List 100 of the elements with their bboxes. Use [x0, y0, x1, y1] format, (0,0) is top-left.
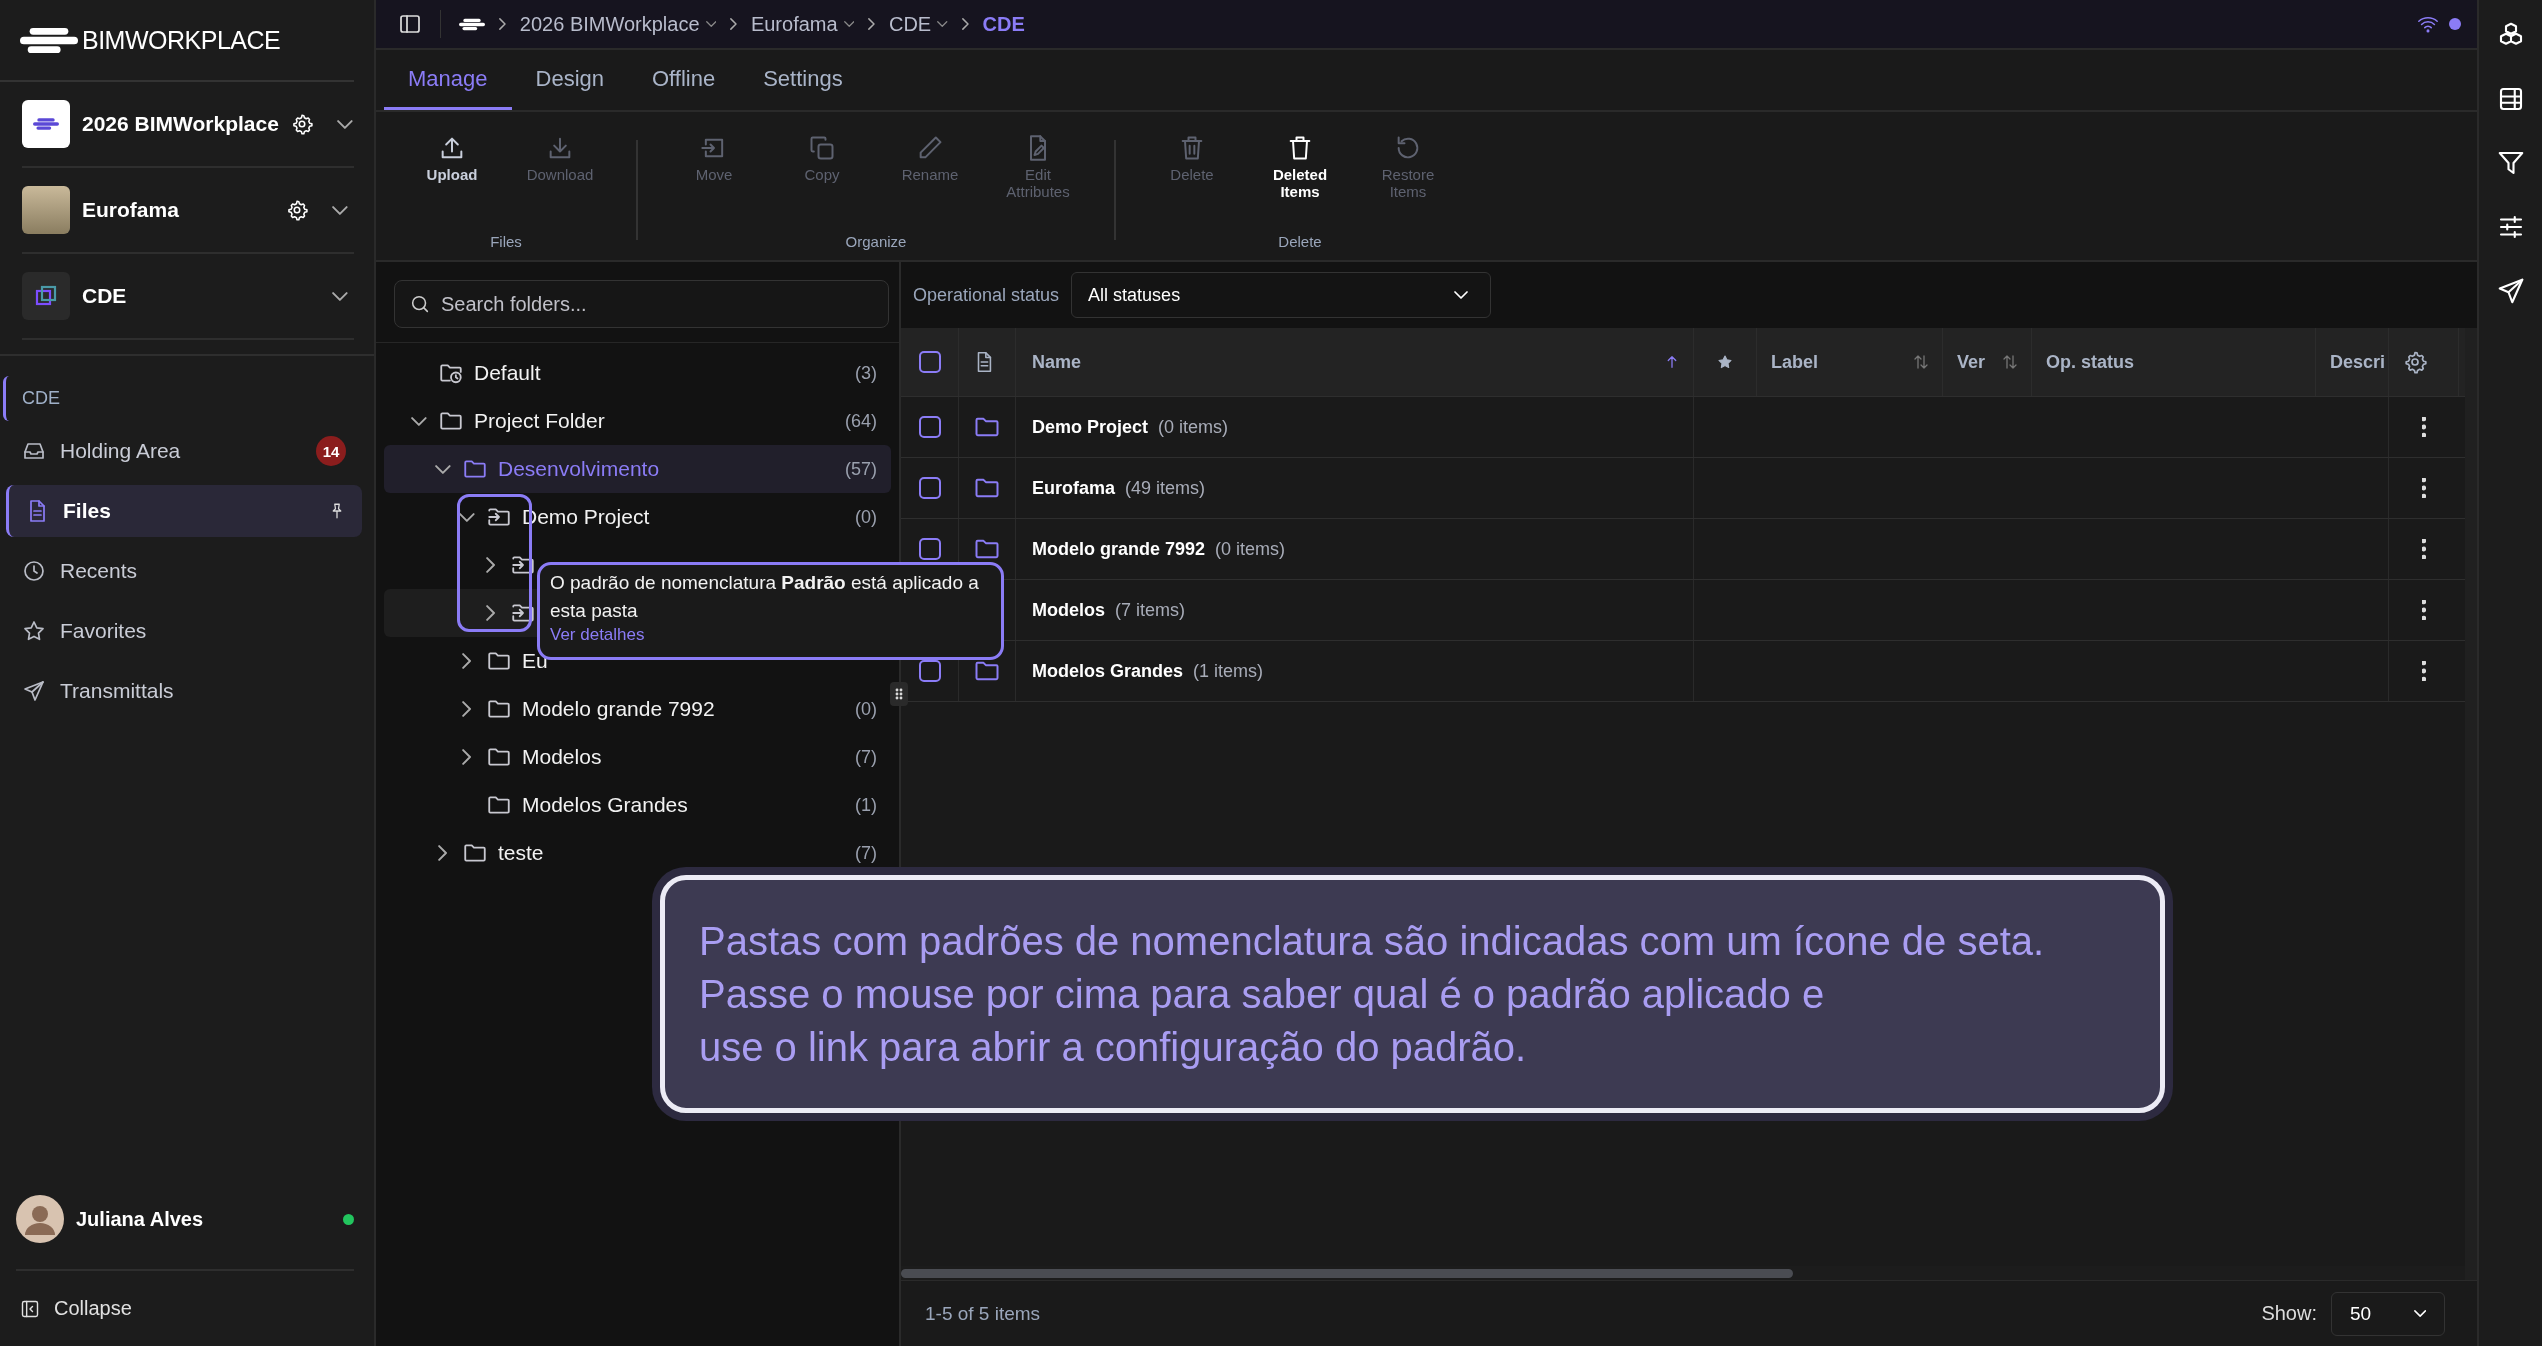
nav-item[interactable]: Holding Area 14 [6, 425, 362, 477]
more-icon [2422, 539, 2426, 559]
chevron-icon [1454, 291, 1469, 299]
settings-icon [290, 113, 313, 135]
page-size-select[interactable]: 50 [2331, 1291, 2445, 1336]
resize-handle[interactable] [890, 682, 908, 706]
item-count: (1) [855, 794, 877, 816]
tab[interactable]: Offline [628, 50, 740, 110]
chevron-icon [336, 119, 353, 129]
chevron-icon [961, 18, 969, 30]
chevron-icon [730, 18, 737, 30]
nav-item[interactable]: Recents [6, 545, 362, 597]
name-cell[interactable]: Eurofama (49 items) [1016, 458, 1694, 518]
sidebar-icon [398, 12, 422, 36]
tab[interactable]: Design [511, 50, 628, 110]
chevron-icon [499, 18, 506, 30]
item-count: (64) [845, 410, 877, 432]
count-badge: 14 [316, 436, 346, 466]
star-icon [22, 619, 46, 643]
collapse-button[interactable]: Collapse [0, 1271, 374, 1346]
tutorial-text: Pastas com padrões de nomenclatura são indicadas com um ícone de seta. Passe o mouse por cima para saber qual é o padrão aplicado e use o link para abrir a configuração do padrão. [699, 917, 2045, 1071]
settings-icon [2403, 350, 2427, 374]
item-range: 1-5 of 5 items [925, 1302, 1041, 1325]
name-cell[interactable]: Demo Project (0 items) [1016, 397, 1694, 457]
item-count: (3) [855, 362, 877, 384]
chevron-icon [705, 21, 717, 27]
group-label: Organize [845, 233, 907, 250]
chevron-icon [332, 205, 348, 215]
chevron-icon [462, 653, 472, 669]
brand-name: BIMWORKPLACE [82, 25, 281, 55]
breadcrumb-link[interactable]: Eurofama [750, 12, 838, 36]
column-header[interactable]: Label [1757, 328, 1943, 396]
chevron-icon [462, 701, 472, 717]
workspace-name[interactable]: Eurofama [82, 198, 275, 222]
workspace-name[interactable]: CDE [82, 284, 309, 308]
nav-item[interactable]: Favorites [6, 605, 362, 657]
folder-name[interactable]: Project Folder [474, 409, 839, 433]
checkbox[interactable] [918, 538, 941, 560]
chevron-icon [868, 18, 875, 30]
page-size-label: Show: [2261, 1302, 2317, 1325]
chevron-icon [435, 464, 451, 474]
toolbar-button[interactable]: Upload [400, 130, 504, 187]
folder-name[interactable]: Modelos [522, 745, 849, 769]
toolbar-button[interactable]: Deleted Items [1248, 130, 1352, 204]
chevron-icon [843, 21, 855, 27]
clock-icon [22, 559, 46, 583]
workspace-name[interactable]: 2026 BIMWorkplace [82, 112, 279, 136]
scrollbar-thumb[interactable] [901, 1268, 1793, 1278]
group-label: Files [490, 233, 522, 250]
chevron-icon [459, 512, 475, 522]
item-count: (57) [845, 458, 877, 480]
chevron-icon [486, 557, 496, 573]
squares-icon [34, 284, 58, 308]
breadcrumb-link[interactable]: 2026 BIMWorkplace [519, 12, 700, 36]
item-count: (0) [855, 506, 877, 528]
details-link[interactable]: Ver detalhes [550, 625, 991, 645]
chevron-icon [411, 416, 427, 426]
stripes-logo-icon [459, 17, 485, 31]
nav-item[interactable]: Transmittals [6, 665, 362, 717]
column-header[interactable]: Name [1016, 328, 1694, 396]
folder-name[interactable]: Modelo grande 7992 [522, 697, 849, 721]
search-icon [409, 293, 431, 315]
name-cell[interactable]: Modelo grande 7992 (0 items) [1016, 519, 1694, 579]
stripes-logo-icon [20, 25, 78, 55]
checkbox[interactable] [918, 416, 941, 438]
checkbox[interactable] [918, 351, 941, 373]
breadcrumb-link[interactable]: CDE [888, 12, 932, 36]
filter-label: Operational status [913, 284, 1060, 306]
breadcrumb-link[interactable]: CDE [982, 12, 1025, 36]
folder-name[interactable]: Default [474, 361, 849, 385]
chevron-icon [438, 845, 448, 861]
chevron-icon [937, 21, 948, 27]
column-header[interactable]: Ver [1943, 328, 2032, 396]
photo-placeholder [22, 186, 70, 234]
folder-name[interactable]: teste [498, 841, 849, 865]
search-input[interactable]: Search folders... [441, 284, 874, 324]
more-icon [2422, 478, 2426, 498]
sort-arrows-icon [1912, 353, 1930, 371]
name-cell[interactable]: Modelos (7 items) [1016, 580, 1694, 640]
folder-name[interactable]: Desenvolvimento [498, 457, 839, 481]
folder-name[interactable]: Modelos Grandes [522, 793, 849, 817]
more-icon [2422, 417, 2426, 437]
search-field[interactable]: Search folders... [394, 280, 889, 328]
column-header[interactable]: Op. status [2032, 328, 2316, 396]
avatar-icon [16, 1195, 64, 1243]
chevron-icon [2413, 1310, 2426, 1317]
star-icon [1717, 354, 1733, 370]
chevron-icon [332, 291, 348, 301]
chevron-icon [486, 605, 496, 621]
more-icon [2422, 661, 2426, 681]
status-dot [2449, 18, 2461, 30]
nav-item[interactable]: Files [6, 485, 362, 537]
column-header[interactable]: Descri [2316, 328, 2389, 396]
tab[interactable]: Settings [739, 50, 867, 110]
item-count: (7) [855, 746, 877, 768]
name-cell[interactable]: Modelos Grandes (1 items) [1016, 641, 1694, 701]
sidebar-toggle[interactable] [398, 12, 422, 36]
user-name: Juliana Alves [76, 1207, 205, 1231]
status-dropdown[interactable]: All statuses [1071, 272, 1492, 318]
checkbox[interactable] [918, 477, 941, 499]
